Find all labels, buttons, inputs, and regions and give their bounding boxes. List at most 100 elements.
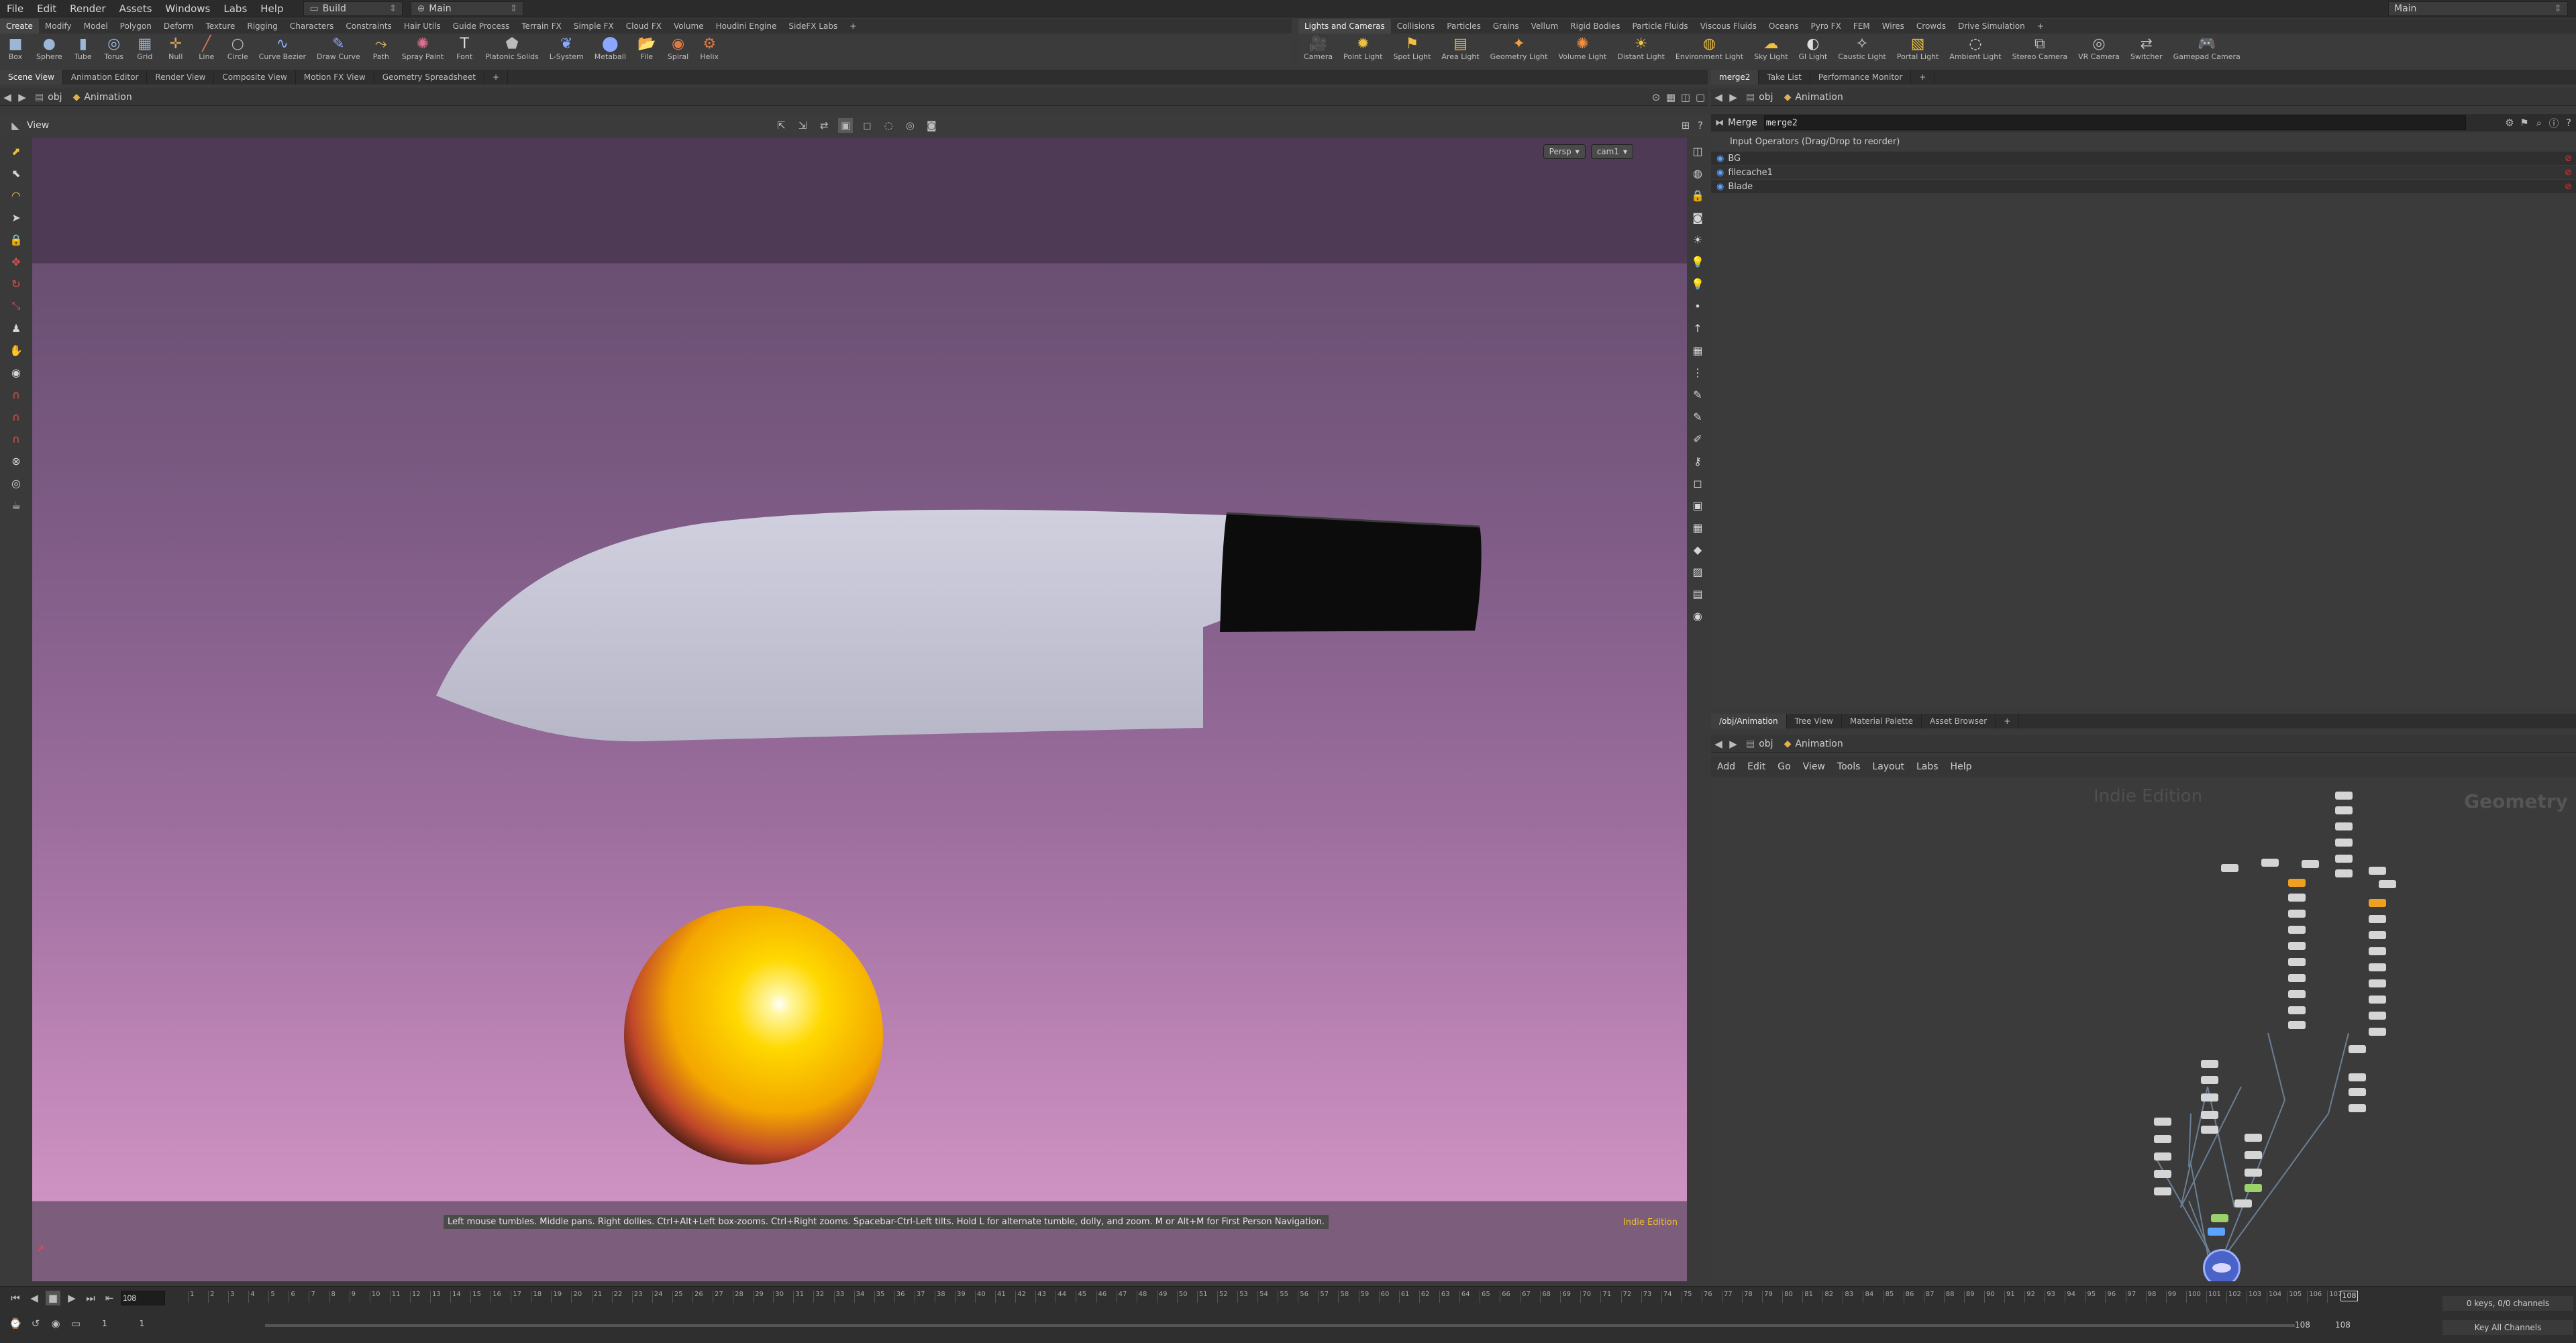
network-node[interactable] [2369,867,2386,875]
network-node[interactable] [2369,931,2386,939]
network-node[interactable] [2369,915,2386,923]
grid-icon[interactable]: ▦ [1689,341,1706,359]
wireframe-icon[interactable]: ◻ [860,118,874,133]
pane-tab-scene-view[interactable]: Scene View [0,70,63,85]
shelf-tab-oceans[interactable]: Oceans [1763,19,1805,34]
pose-icon[interactable]: ♟ [7,319,25,337]
shelf-tab-modify[interactable]: Modify [39,19,78,34]
handle-icon[interactable]: ✋ [7,341,25,359]
camera-icon[interactable]: ◙ [924,118,939,133]
scene-viewport[interactable]: Persp ▾ cam1 ▾ ↗ Left mouse tumbles. Middl… [32,138,1687,1281]
loop-icon[interactable]: ↺ [28,1316,43,1331]
tool-box[interactable]: ■ Box [0,34,31,68]
shelf-tab-texture[interactable]: Texture [199,19,241,34]
add-tab-icon[interactable]: + [1911,70,1935,85]
network-node[interactable] [2154,1170,2171,1178]
tool-stereo-camera[interactable]: ⧉ Stereo Camera [2007,34,2073,68]
tool-portal-light[interactable]: ▧ Portal Light [1892,34,1945,68]
shelf-tab-houdini-engine[interactable]: Houdini Engine [710,19,783,34]
output-node[interactable] [2203,1249,2240,1281]
shelf-tab-grains[interactable]: Grains [1487,19,1525,34]
remove-icon[interactable]: ⊘ [2565,182,2572,192]
menu-labs[interactable]: Labs [217,3,254,15]
fps-icon[interactable]: ▭ [68,1316,83,1331]
move-icon[interactable]: ✥ [7,253,25,270]
network-node[interactable] [2234,1199,2252,1207]
tool-switcher[interactable]: ⇄ Switcher [2125,34,2168,68]
lock-icon[interactable]: 🔒 [1689,186,1706,204]
shelf-tab-viscous-fluids[interactable]: Viscous Fluids [1694,19,1763,34]
net-menu-add[interactable]: Add [1711,761,1741,772]
brush-icon[interactable]: ✐ [1689,430,1706,447]
tool-gi-light[interactable]: ◐ GI Light [1794,34,1833,68]
net-menu-tools[interactable]: Tools [1831,761,1867,772]
menu-edit[interactable]: Edit [30,3,63,15]
shelf-tab-particles[interactable]: Particles [1441,19,1487,34]
range-end[interactable]: 108 [2295,1320,2310,1330]
menu-windows[interactable]: Windows [158,3,217,15]
network-node[interactable] [2335,869,2353,877]
light-bulb-icon[interactable]: 💡 [1689,253,1706,270]
forward-arrow-icon[interactable]: ▶ [15,90,30,105]
range-start[interactable]: 1 [102,1319,107,1328]
persp-dropdown[interactable]: Persp ▾ [1543,144,1586,159]
tool-curve-bezier[interactable]: ∿ Curve Bezier [254,34,311,68]
network-node[interactable] [2154,1118,2171,1126]
network-node[interactable] [2379,880,2396,888]
key-all-channels-button[interactable]: Key All Channels [2442,1320,2573,1335]
arrow-icon[interactable]: ➤ [7,209,25,226]
tool-camera[interactable]: 🎥 Camera [1298,34,1338,68]
normals-icon[interactable]: ↑ [1689,319,1706,337]
magnet-icon[interactable]: ∩ [7,386,25,403]
camera-icon[interactable]: ◙ [1689,209,1706,226]
snapshot-icon[interactable]: ◎ [903,118,917,133]
remove-icon[interactable]: ⊘ [2565,168,2572,178]
tool-l-system[interactable]: ❦ L-System [544,34,589,68]
add-tab-icon[interactable]: + [843,19,862,34]
help-icon[interactable]: ? [1693,118,1708,133]
shelf-tab-fem[interactable]: FEM [1847,19,1876,34]
viewport-menu-icon[interactable]: ◣ [8,118,23,133]
shelf-tab-rigid-bodies[interactable]: Rigid Bodies [1564,19,1626,34]
point-icon[interactable]: • [1689,297,1706,315]
render-icon[interactable]: ◉ [1689,607,1706,625]
network-node[interactable] [2288,894,2306,902]
tool-environment-light[interactable]: ◍ Environment Light [1670,34,1749,68]
pane-tab-composite-view[interactable]: Composite View [214,70,296,85]
magnet-icon[interactable]: ∩ [7,408,25,425]
shelf-tab-create[interactable]: Create [0,19,39,34]
shelf-tab-particle-fluids[interactable]: Particle Fluids [1626,19,1694,34]
tool-line[interactable]: ╱ Line [191,34,222,68]
net-menu-labs[interactable]: Labs [1910,761,1945,772]
tool-ambient-light[interactable]: ◌ Ambient Light [1944,34,2006,68]
input-operator-row[interactable]: ◉ Blade ⊘ [1711,180,2576,193]
audio-icon[interactable]: ◉ [48,1316,63,1331]
network-editor[interactable]: Indie Edition Geometry [1711,778,2576,1281]
tool-caustic-light[interactable]: ✧ Caustic Light [1833,34,1892,68]
tool-sky-light[interactable]: ☁ Sky Light [1749,34,1793,68]
object-mode-icon[interactable]: ▣ [838,118,854,133]
network-node[interactable] [2245,1169,2262,1177]
network-node[interactable] [2288,1006,2306,1014]
network-node[interactable] [2261,859,2279,867]
breadcrumb-animation[interactable]: ◆ Animation [1779,739,1849,749]
net-menu-view[interactable]: View [1797,761,1831,772]
node-name-input[interactable] [1763,115,2466,130]
cube-icon[interactable]: ◆ [1689,541,1706,558]
shelf-tab-deform[interactable]: Deform [158,19,200,34]
forward-arrow-icon[interactable]: ▶ [1726,90,1741,105]
lock-icon[interactable]: 🔒 [7,231,25,248]
realtime-icon[interactable]: ⌚ [8,1316,23,1331]
render-region-icon[interactable]: ◎ [7,474,25,492]
input-operator-row[interactable]: ◉ filecache1 ⊘ [1711,166,2576,179]
range-end-2[interactable]: 108 [2335,1320,2351,1330]
right-desktop-selector[interactable]: Main ⇕ [2388,1,2568,16]
tool-null[interactable]: ✛ Null [160,34,191,68]
secure-select-icon[interactable]: ⬉ [7,164,25,182]
breadcrumb-obj[interactable]: ▤ obj [30,92,68,103]
tool-sphere[interactable]: ● Sphere [31,34,68,68]
tool-grid[interactable]: ▦ Grid [130,34,160,68]
add-tab-icon[interactable]: + [1996,714,2020,729]
square-icon[interactable]: ◻ [1689,474,1706,492]
pane-tab-render-view[interactable]: Render View [147,70,215,85]
